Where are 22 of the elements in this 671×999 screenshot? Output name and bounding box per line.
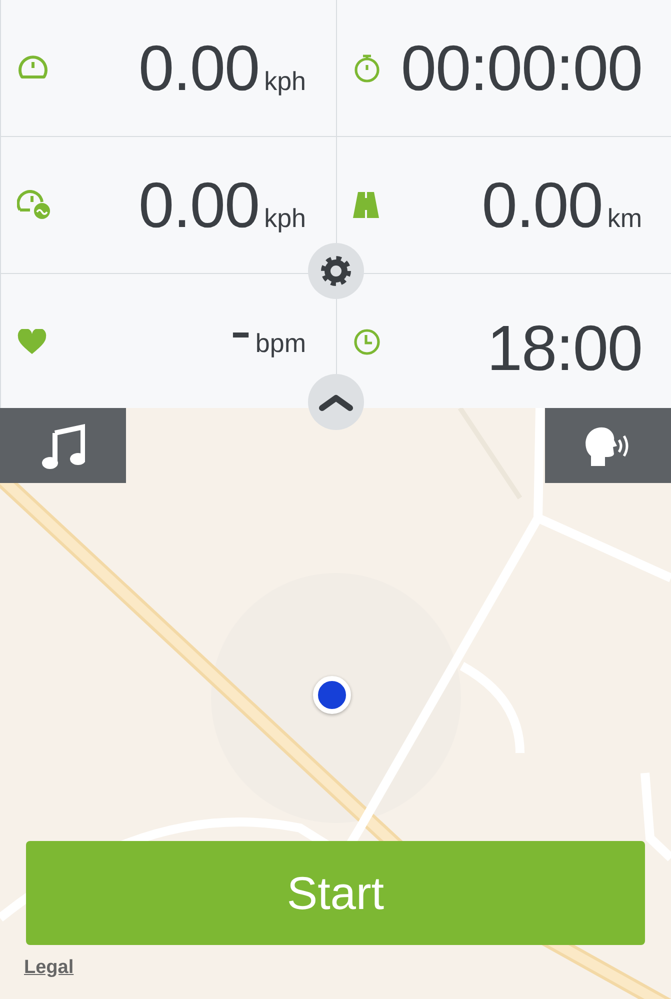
average-speed-icon — [17, 190, 51, 220]
music-note-icon — [41, 422, 85, 468]
clock-icon — [353, 328, 381, 356]
unit-label: kph — [264, 203, 306, 234]
speedometer-icon — [17, 55, 49, 81]
unit-label: km — [607, 203, 642, 234]
stat-value: 0.00 — [482, 173, 602, 237]
heart-icon — [17, 329, 47, 355]
unit-label: kph — [264, 66, 306, 97]
voice-coach-button[interactable] — [545, 408, 671, 483]
music-button[interactable] — [0, 408, 126, 483]
road-icon — [353, 192, 379, 218]
stopwatch-icon — [353, 53, 381, 83]
stat-value: 18:00 — [486, 316, 642, 380]
stat-value: 0.00 — [138, 173, 260, 237]
unit-label: bpm — [255, 328, 306, 359]
legal-link[interactable]: Legal — [24, 957, 74, 979]
stat-value: 00:00:00 — [400, 36, 642, 100]
stat-value: 0.00 — [138, 36, 260, 100]
chevron-up-icon — [319, 393, 353, 411]
settings-icon — [319, 254, 353, 288]
stat-value: - — [230, 298, 250, 362]
